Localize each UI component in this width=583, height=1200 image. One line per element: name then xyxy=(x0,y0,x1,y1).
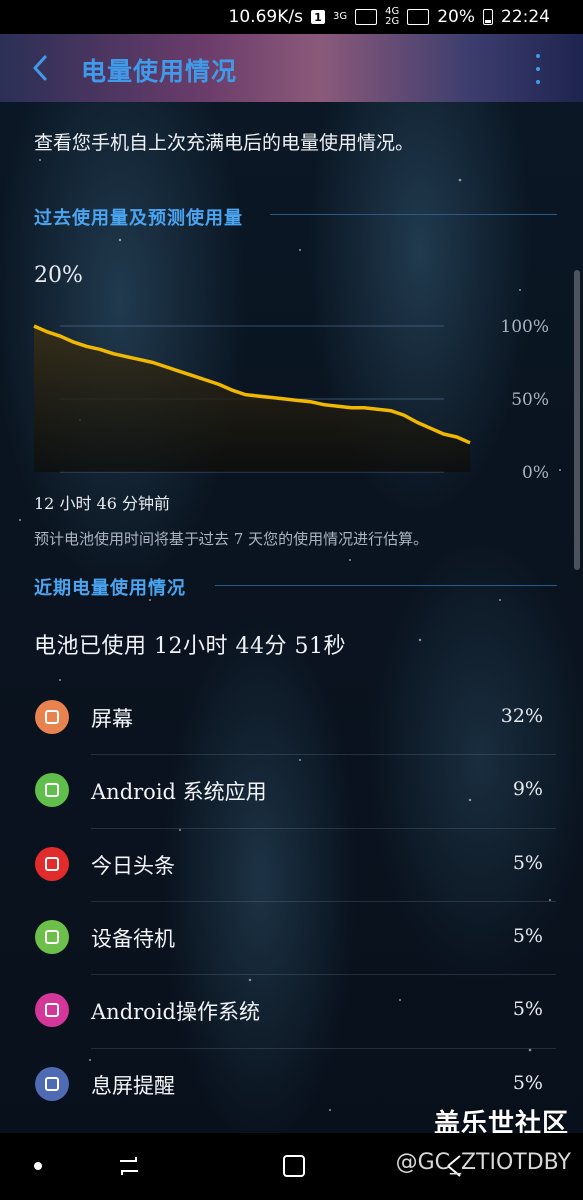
clock-time: 22:24 xyxy=(501,7,550,27)
app-name: Android 系统应用 xyxy=(91,780,267,805)
section-title-past: 过去使用量及预测使用量 xyxy=(34,208,243,229)
toutiao-icon xyxy=(35,846,69,881)
battery-percent: 20% xyxy=(437,7,475,27)
back-button[interactable] xyxy=(28,50,52,86)
app-name: 今日头条 xyxy=(91,853,175,878)
section-title-recent: 近期电量使用情况 xyxy=(34,578,186,599)
page-title: 电量使用情况 xyxy=(81,57,238,86)
power-icon xyxy=(35,919,69,954)
network-type-stack: 4G 2G xyxy=(385,7,399,27)
list-item[interactable]: 今日头条 5% xyxy=(0,828,583,901)
app-usage-percent: 5% xyxy=(512,1071,543,1094)
battery-used-duration: 电池已使用 12小时 44分 51秒 xyxy=(34,634,346,659)
current-battery-percent: 20% xyxy=(34,263,83,288)
notification-badge-icon: 1 xyxy=(310,10,325,24)
android-system-icon xyxy=(35,773,69,808)
estimate-note: 预计电池使用时间将基于过去 7 天您的使用情况进行估算。 xyxy=(34,530,429,548)
list-item[interactable]: Android 系统应用 9% xyxy=(0,754,583,827)
clock-icon xyxy=(35,1066,69,1101)
more-vert-icon xyxy=(536,54,540,58)
icon-glyph xyxy=(45,1076,59,1091)
app-usage-percent: 5% xyxy=(512,998,543,1021)
y-tick-label: 0% xyxy=(522,463,549,483)
intro-text: 查看您手机自上次充满电后的电量使用情况。 xyxy=(34,132,415,154)
network-speed: 10.69K/s xyxy=(228,7,303,27)
y-tick-label: 50% xyxy=(511,390,549,410)
network-type-bottom: 2G xyxy=(385,16,400,27)
signal-icon xyxy=(355,9,378,25)
more-options-button[interactable] xyxy=(530,54,546,84)
author-handle: @GC_ZTIOTDBY xyxy=(395,1150,571,1175)
icon-glyph xyxy=(45,710,59,724)
app-name: 屏幕 xyxy=(91,707,133,731)
icon-glyph xyxy=(45,856,59,871)
list-item[interactable]: Android操作系统 5% xyxy=(0,974,583,1047)
home-icon[interactable] xyxy=(281,1153,307,1179)
app-usage-percent: 32% xyxy=(500,705,543,727)
y-tick-label: 100% xyxy=(500,317,549,337)
signal-icon xyxy=(407,9,430,25)
icon-glyph xyxy=(45,783,59,798)
list-item[interactable]: 屏幕 32% xyxy=(0,681,583,754)
battery-icon xyxy=(483,9,493,25)
scrollbar[interactable] xyxy=(574,270,580,570)
app-usage-percent: 5% xyxy=(512,851,543,874)
icon-glyph xyxy=(45,929,59,944)
app-usage-percent: 9% xyxy=(512,778,543,801)
app-usage-percent: 5% xyxy=(512,924,543,947)
app-name: 息屏提醒 xyxy=(91,1073,175,1098)
app-name: Android操作系统 xyxy=(91,1000,260,1025)
status-bar: 10.69K/s 1 3G 4G 2G 20% 22:24 xyxy=(0,0,583,34)
section-divider xyxy=(270,214,557,215)
recent-apps-icon[interactable] xyxy=(116,1153,142,1179)
section-divider xyxy=(215,585,557,586)
battery-usage-chart: 100% 50% 0% xyxy=(33,317,549,483)
network-type-label: 3G xyxy=(332,11,348,22)
chart-start-label: 12 小时 46 分钟前 xyxy=(34,494,170,513)
dot-icon[interactable] xyxy=(34,1162,42,1170)
icon-glyph xyxy=(45,1003,59,1018)
screen-icon xyxy=(35,700,69,734)
app-name: 设备待机 xyxy=(91,926,175,951)
app-header: 电量使用情况 xyxy=(0,34,583,102)
list-item[interactable]: 设备待机 5% xyxy=(0,901,583,974)
chevron-left-icon xyxy=(33,55,47,81)
android-os-icon xyxy=(35,993,69,1028)
